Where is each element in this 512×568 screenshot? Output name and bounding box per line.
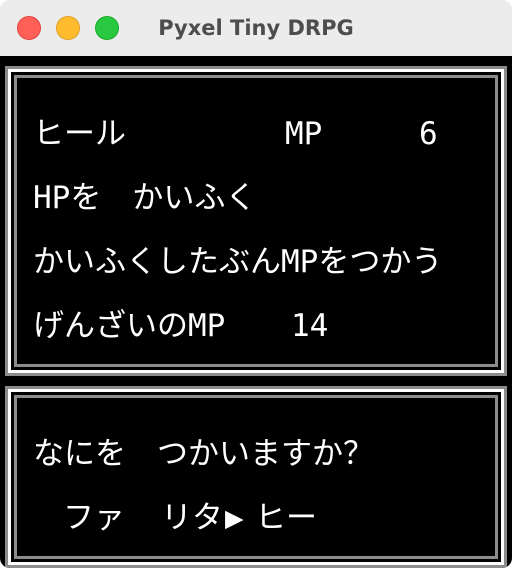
spell-info-panel: ヒール MP 6 HPを かいふく かいふくしたぶんMPをつかう げんざいのMP… [5,66,507,376]
menu-option-2[interactable]: リタ [161,500,223,536]
spell-effect: HPを かいふく [33,180,257,216]
menu-prompt: なにを つかいますか？ [33,436,374,472]
mp-label: MP [285,116,323,152]
menu-option-1[interactable]: ファ [63,500,125,536]
spell-description: かいふくしたぶんMPをつかう [33,244,443,280]
selection-cursor-icon: ▶ [225,500,244,536]
current-mp-value: 14 [291,308,329,344]
current-mp-label: げんざいのMP [33,308,226,344]
menu-option-3[interactable]: ヒー [255,500,317,536]
app-window: Pyxel Tiny DRPG ヒール MP 6 HPを かいふく かいふくした… [0,0,512,568]
mp-cost: 6 [419,116,438,152]
spell-name: ヒール [33,116,126,152]
command-menu-panel: なにを つかいますか？ ファ リタ ▶ ヒー [5,386,507,568]
title-bar: Pyxel Tiny DRPG [0,0,512,57]
window-title: Pyxel Tiny DRPG [158,16,354,40]
